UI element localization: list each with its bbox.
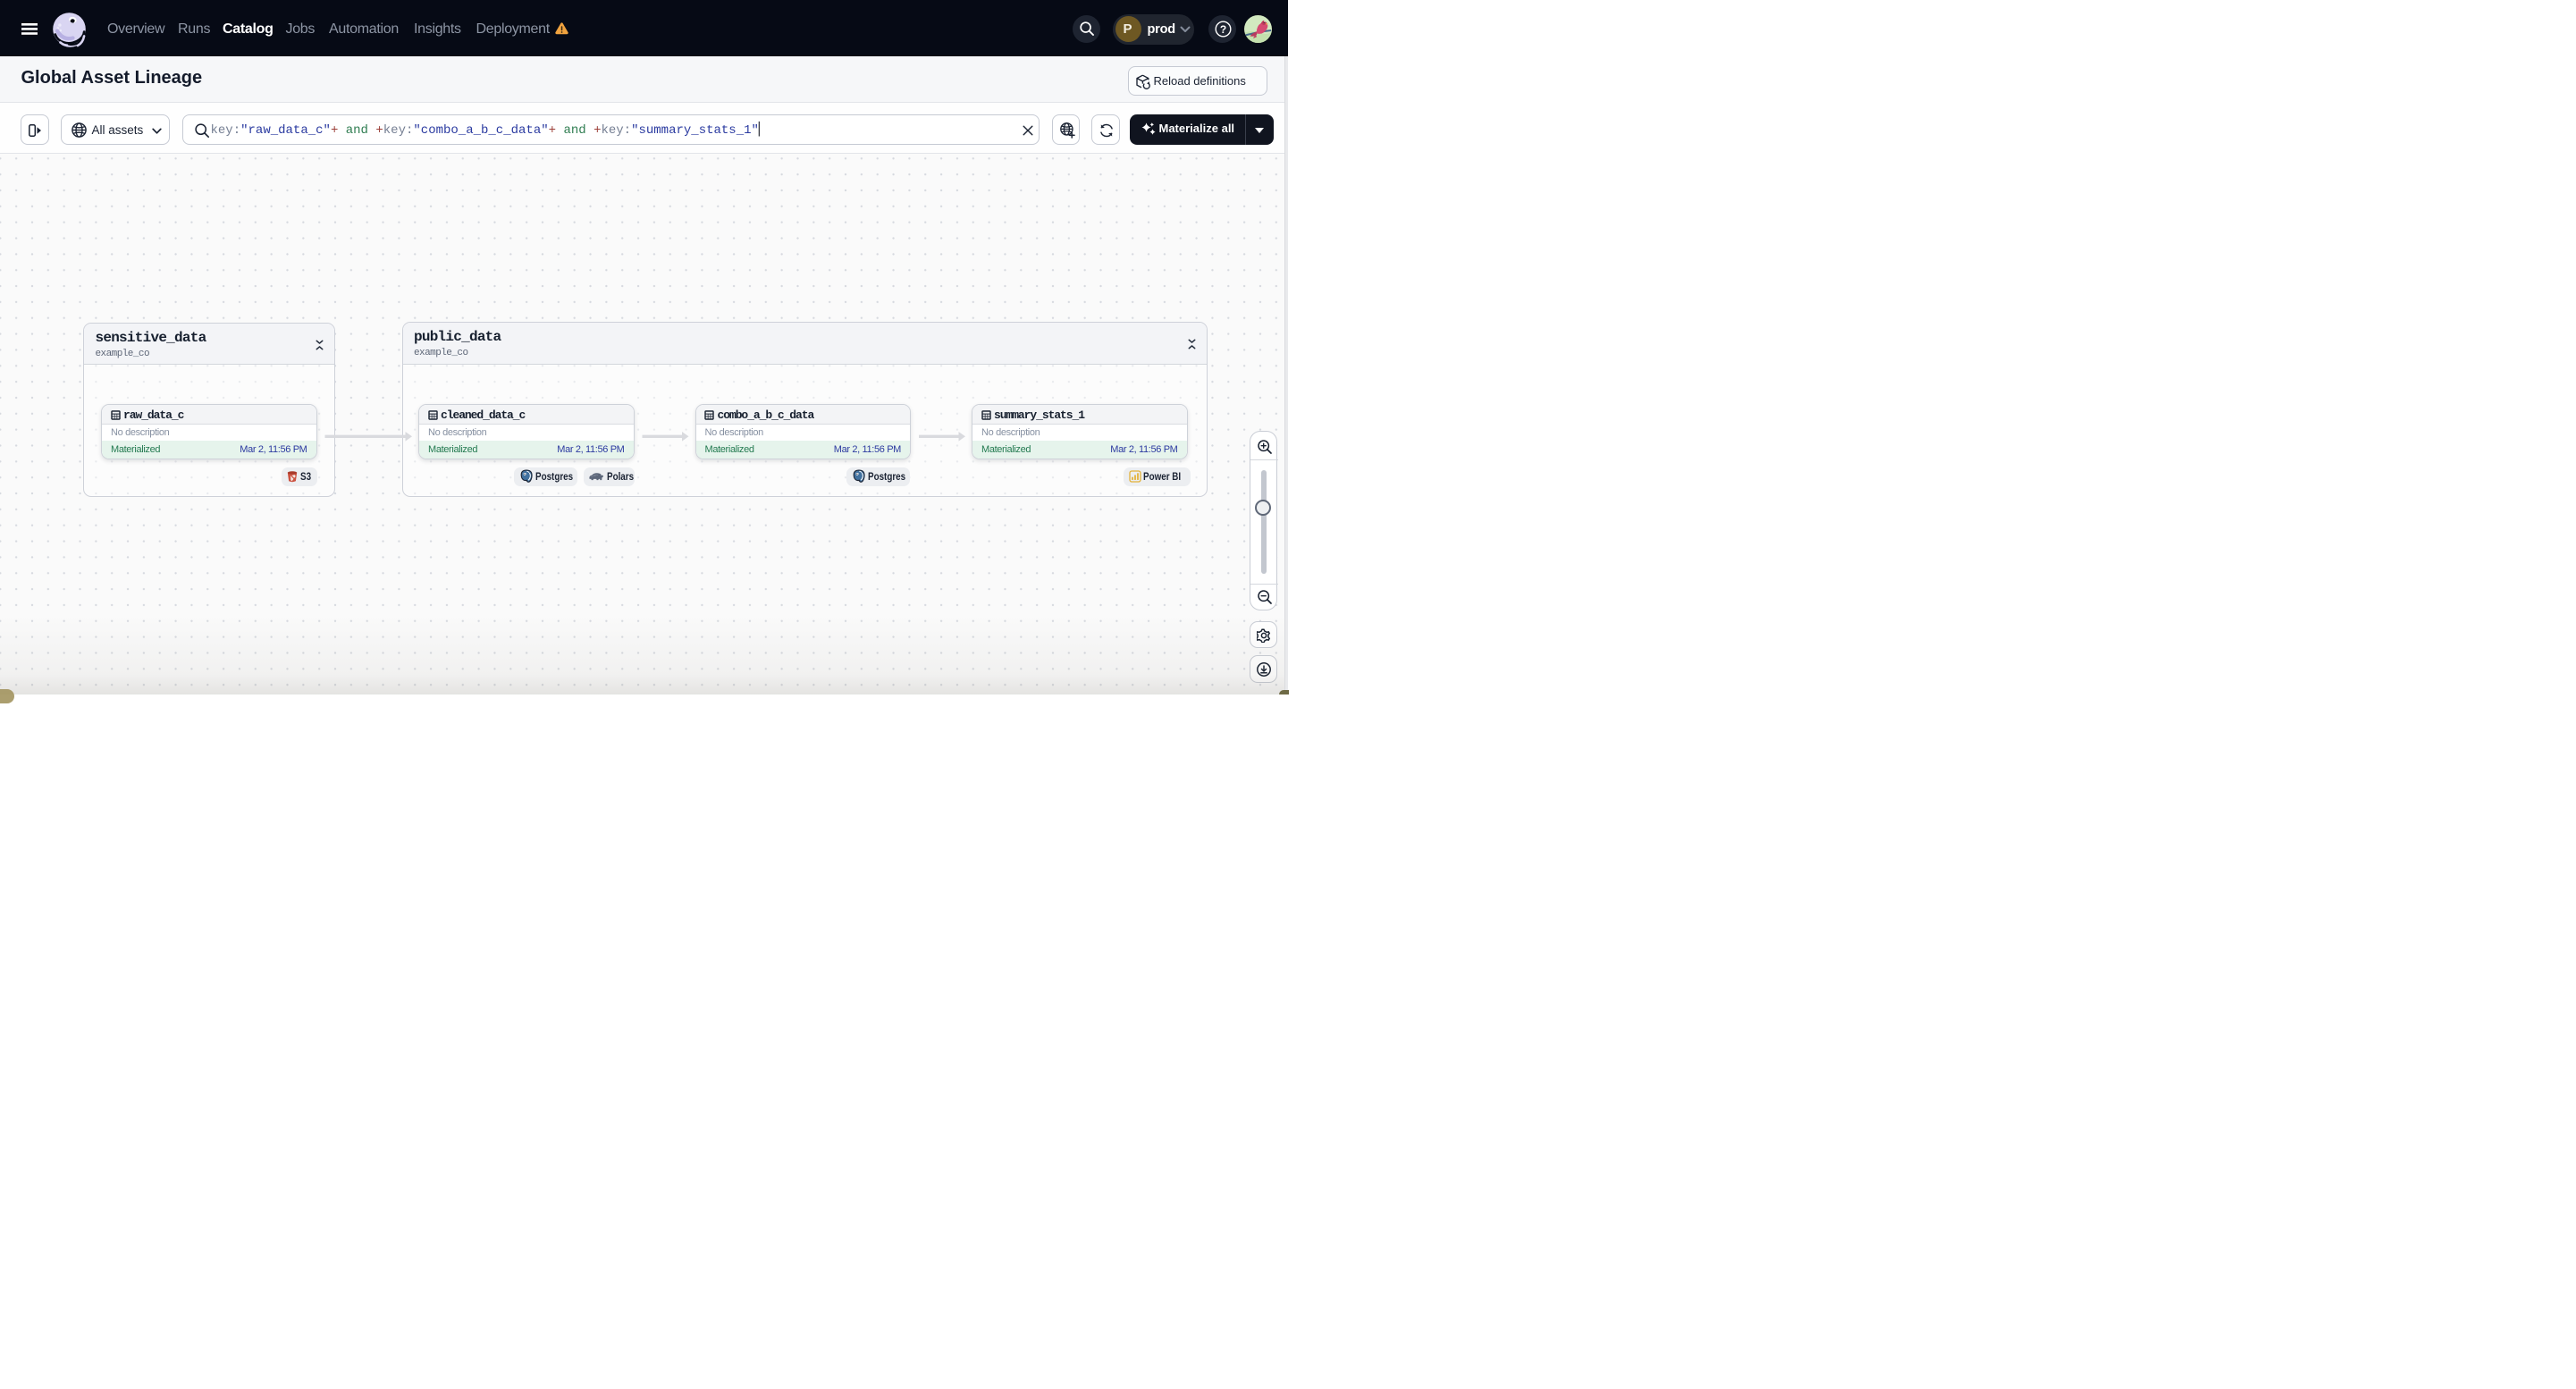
svg-text:?: ?: [1219, 22, 1225, 35]
